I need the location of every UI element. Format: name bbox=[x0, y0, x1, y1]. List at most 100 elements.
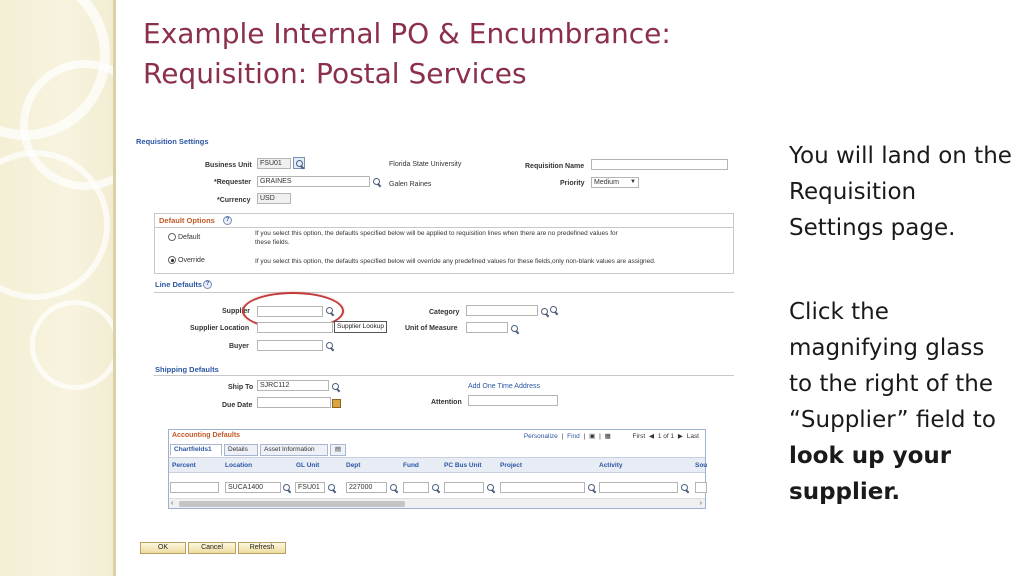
default-description-line1: If you select this option, the defaults … bbox=[255, 230, 618, 237]
last-link[interactable]: Last bbox=[687, 433, 699, 440]
find-link[interactable]: Find bbox=[567, 433, 580, 440]
gl-unit-lookup-icon[interactable] bbox=[327, 483, 337, 493]
cancel-button[interactable]: Cancel bbox=[188, 542, 236, 554]
row-range: 1 of 1 bbox=[657, 433, 675, 440]
buyer-lookup-icon[interactable] bbox=[325, 341, 335, 351]
column-sou: Sou bbox=[695, 462, 708, 469]
requester-description: Galen Raines bbox=[389, 181, 432, 188]
line-defaults-heading: Line Defaults bbox=[155, 280, 203, 289]
override-radio[interactable] bbox=[168, 256, 176, 264]
dept-input[interactable]: 227000 bbox=[346, 482, 387, 493]
column-gl-unit: GL Unit bbox=[296, 462, 320, 469]
next-icon[interactable]: ▶ bbox=[678, 433, 683, 440]
default-options-heading: Default Options bbox=[159, 216, 215, 225]
due-date-input[interactable] bbox=[257, 397, 331, 408]
column-location: Location bbox=[225, 462, 253, 469]
ok-button[interactable]: OK bbox=[140, 542, 186, 554]
first-link[interactable]: First bbox=[633, 433, 646, 440]
attention-label: Attention bbox=[431, 399, 462, 406]
category-label: Category bbox=[429, 309, 460, 316]
default-radio-label: Default bbox=[178, 234, 201, 241]
pc-bus-unit-lookup-icon[interactable] bbox=[486, 483, 496, 493]
slide-title: Example Internal PO & Encumbrance: Requi… bbox=[143, 14, 783, 94]
instruction-note-1: You will land on the Requisition Setting… bbox=[789, 143, 1012, 241]
accounting-defaults-header: Accounting Defaults Personalize | Find |… bbox=[169, 430, 705, 443]
sou-input[interactable] bbox=[695, 482, 707, 493]
gl-unit-input[interactable]: FSU01 bbox=[295, 482, 325, 493]
requester-input[interactable]: GRAINES bbox=[257, 176, 370, 187]
default-radio[interactable] bbox=[168, 233, 176, 241]
requisition-name-input[interactable] bbox=[591, 159, 728, 170]
download-icon[interactable]: ▦ bbox=[605, 433, 611, 440]
unit-of-measure-input[interactable] bbox=[466, 322, 508, 333]
tab-asset-information[interactable]: Asset Information bbox=[260, 444, 328, 456]
supplier-location-input[interactable] bbox=[257, 322, 333, 333]
currency-field[interactable]: USD bbox=[257, 193, 291, 204]
pc-bus-unit-input[interactable] bbox=[444, 482, 484, 493]
grid-column-headers: Percent Location GL Unit Dept Fund PC Bu… bbox=[169, 457, 708, 473]
buyer-input[interactable] bbox=[257, 340, 323, 351]
column-project: Project bbox=[500, 462, 523, 469]
activity-lookup-icon[interactable] bbox=[680, 483, 690, 493]
column-percent: Percent bbox=[172, 462, 196, 469]
project-lookup-icon[interactable] bbox=[587, 483, 597, 493]
accounting-defaults-grid: Accounting Defaults Personalize | Find |… bbox=[168, 429, 708, 509]
fund-lookup-icon[interactable] bbox=[431, 483, 441, 493]
decorative-swirl bbox=[30, 300, 113, 390]
personalize-link[interactable]: Personalize bbox=[524, 433, 558, 440]
show-all-columns-icon[interactable]: ▤ bbox=[330, 444, 346, 456]
help-icon[interactable]: ? bbox=[203, 280, 212, 289]
help-icon[interactable]: ? bbox=[223, 216, 232, 225]
accounting-defaults-heading: Accounting Defaults bbox=[172, 432, 241, 439]
business-unit-label: Business Unit bbox=[205, 162, 252, 169]
project-input[interactable] bbox=[500, 482, 585, 493]
activity-input[interactable] bbox=[599, 482, 678, 493]
ship-to-label: Ship To bbox=[228, 384, 254, 391]
slide-left-band bbox=[0, 0, 113, 576]
tab-chartfields1[interactable]: Chartfields1 bbox=[170, 444, 222, 456]
priority-value: Medium bbox=[594, 179, 619, 186]
category-search-icon[interactable] bbox=[549, 305, 559, 315]
line-defaults-divider bbox=[154, 292, 734, 293]
column-activity: Activity bbox=[599, 462, 623, 469]
scrollbar-thumb[interactable] bbox=[179, 501, 405, 507]
instruction-note-2-emphasis: look up your supplier. bbox=[789, 443, 952, 505]
business-unit-field[interactable]: FSU01 bbox=[257, 158, 291, 169]
tab-details[interactable]: Details bbox=[224, 444, 258, 456]
category-input[interactable] bbox=[466, 305, 538, 316]
priority-select[interactable]: Medium ▼ bbox=[591, 177, 639, 188]
buyer-label: Buyer bbox=[229, 343, 249, 350]
calendar-icon[interactable] bbox=[332, 399, 341, 408]
magnifying-glass-icon bbox=[295, 159, 305, 169]
refresh-button[interactable]: Refresh bbox=[238, 542, 286, 554]
business-unit-lookup-button[interactable] bbox=[293, 157, 305, 169]
location-input[interactable]: SUCA1400 bbox=[225, 482, 281, 493]
ship-to-lookup-icon[interactable] bbox=[331, 382, 341, 392]
attention-input[interactable] bbox=[468, 395, 558, 406]
unit-of-measure-lookup-icon[interactable] bbox=[510, 324, 520, 334]
requisition-settings-screenshot: Requisition Settings Business Unit FSU01… bbox=[130, 132, 742, 564]
percent-input[interactable] bbox=[170, 482, 219, 493]
horizontal-scrollbar[interactable]: ‹ › bbox=[169, 498, 705, 508]
ship-to-input[interactable]: SJRC112 bbox=[257, 380, 329, 391]
supplier-lookup-tooltip: Supplier Lookup bbox=[334, 321, 387, 333]
due-date-label: Due Date bbox=[222, 402, 253, 409]
dept-lookup-icon[interactable] bbox=[389, 483, 399, 493]
shipping-defaults-divider bbox=[154, 375, 734, 376]
column-pc-bus-unit: PC Bus Unit bbox=[444, 462, 482, 469]
location-lookup-icon[interactable] bbox=[282, 483, 292, 493]
shipping-defaults-heading: Shipping Defaults bbox=[155, 365, 219, 374]
previous-icon[interactable]: ◀ bbox=[649, 433, 654, 440]
slide-divider bbox=[113, 0, 116, 576]
requisition-settings-heading: Requisition Settings bbox=[136, 137, 209, 146]
column-dept: Dept bbox=[346, 462, 361, 469]
fund-input[interactable] bbox=[403, 482, 429, 493]
override-radio-label: Override bbox=[178, 257, 205, 264]
requester-lookup-icon[interactable] bbox=[372, 177, 382, 187]
grid-navigation: Personalize | Find | ▣ | ▦ First ◀ 1 of … bbox=[523, 433, 699, 440]
slide-title-line1: Example Internal PO & Encumbrance: bbox=[143, 17, 671, 50]
scroll-right-icon[interactable]: › bbox=[700, 499, 702, 509]
scroll-left-icon[interactable]: ‹ bbox=[171, 499, 173, 509]
add-one-time-address-link[interactable]: Add One Time Address bbox=[468, 383, 540, 390]
view-all-icon[interactable]: ▣ bbox=[589, 433, 595, 440]
